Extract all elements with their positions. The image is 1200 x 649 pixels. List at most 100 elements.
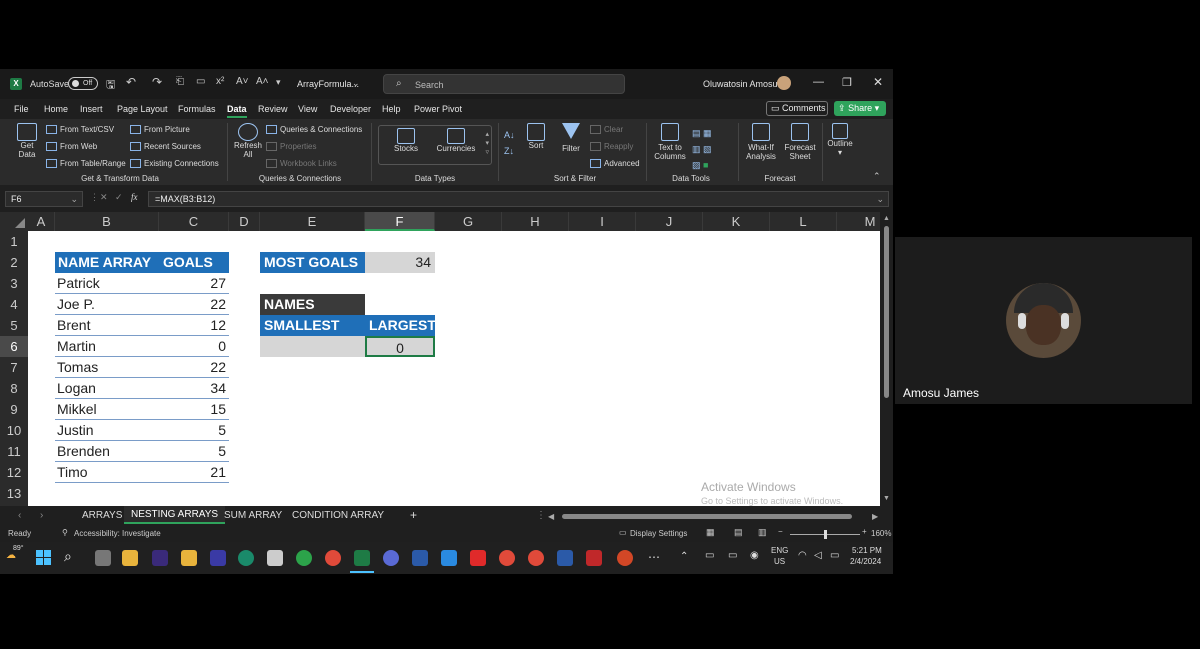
customize-qat-icon[interactable]: ▾ — [276, 77, 281, 88]
menu-insert[interactable]: Insert — [80, 104, 103, 114]
name-cell[interactable]: Justin — [57, 420, 94, 441]
name-cell[interactable]: Patrick — [57, 273, 100, 294]
row-header-12[interactable]: 12 — [0, 462, 28, 483]
from-picture-button[interactable]: From Picture — [130, 125, 190, 135]
recent-sources-button[interactable]: Recent Sources — [130, 142, 201, 152]
vertical-scrollbar[interactable]: ▲ ▼ — [880, 212, 893, 506]
display-settings[interactable]: Display Settings — [630, 529, 687, 538]
tray-icon[interactable]: ◉ — [750, 550, 759, 561]
get-data-button[interactable]: Get Data — [12, 123, 42, 159]
sheet-tab-sum-array[interactable]: SUM ARRAY — [224, 510, 282, 521]
select-all-button[interactable] — [0, 212, 28, 231]
app-icon[interactable] — [152, 550, 168, 566]
column-header-l[interactable]: L — [770, 212, 837, 231]
share-button[interactable]: ⇪ Share ▾ — [834, 101, 886, 116]
menu-file[interactable]: File — [14, 104, 29, 114]
name-cell[interactable]: Brent — [57, 315, 90, 336]
app-icon[interactable] — [383, 550, 399, 566]
menu-help[interactable]: Help — [382, 104, 401, 114]
header-goals[interactable]: GOALS — [163, 252, 213, 273]
workbook-links-button[interactable]: Workbook Links — [266, 159, 337, 169]
goals-cell[interactable]: 0 — [218, 336, 226, 357]
from-text-button[interactable]: From Text/CSV — [46, 125, 114, 135]
goals-cell[interactable]: 5 — [218, 441, 226, 462]
properties-button[interactable]: Properties — [266, 142, 316, 152]
app-icon[interactable] — [412, 550, 428, 566]
clock-time[interactable]: 5:21 PM — [852, 546, 882, 555]
filter-button[interactable]: Filter — [558, 123, 584, 153]
row-header-6[interactable]: 6 — [0, 336, 28, 357]
font-size-up-icon[interactable]: A˄ — [256, 76, 269, 87]
reapply-button[interactable]: Reapply — [590, 142, 633, 152]
worksheet-grid[interactable]: NAME ARRAY GOALS Patrick 27 Joe P. 22 Bren… — [28, 231, 880, 506]
prev-sheet-icon[interactable]: ‹ — [18, 510, 21, 521]
enter-icon[interactable]: ✓ — [115, 192, 123, 203]
row-header-8[interactable]: 8 — [0, 378, 28, 399]
advanced-button[interactable]: Advanced — [590, 159, 640, 169]
most-goals-label[interactable]: MOST GOALS — [260, 252, 365, 273]
close-icon[interactable]: ✕ — [873, 75, 883, 89]
goals-cell[interactable]: 27 — [210, 273, 226, 294]
clock-date[interactable]: 2/4/2024 — [850, 557, 881, 566]
menu-power-pivot[interactable]: Power Pivot — [414, 104, 462, 114]
user-name[interactable]: Oluwatosin Amosu — [703, 79, 778, 89]
largest-value[interactable]: 0 — [365, 336, 435, 357]
from-web-button[interactable]: From Web — [46, 142, 97, 152]
autosave-toggle[interactable]: Off — [68, 77, 98, 90]
row-header-1[interactable]: 1 — [0, 231, 28, 252]
language[interactable]: ENG — [771, 546, 788, 555]
chevron-down-icon[interactable]: ⌄ — [352, 78, 360, 89]
zoom-out-icon[interactable]: − — [778, 527, 783, 536]
smallest-value[interactable] — [260, 336, 365, 357]
app-icon[interactable] — [470, 550, 486, 566]
tray-icon[interactable]: ▭ — [728, 550, 737, 561]
save-icon[interactable]: 🖫 — [106, 76, 115, 95]
app-icon[interactable] — [210, 550, 226, 566]
region[interactable]: US — [774, 557, 785, 566]
chrome-icon[interactable] — [499, 550, 515, 566]
start-icon[interactable] — [36, 550, 51, 565]
volume-icon[interactable]: ◁ — [814, 550, 822, 561]
column-header-k[interactable]: K — [703, 212, 770, 231]
column-header-f[interactable]: F — [365, 212, 435, 231]
formula-input[interactable]: =MAX(B3:B12) ⌄ — [148, 191, 889, 207]
row-header-5[interactable]: 5 — [0, 315, 28, 336]
horizontal-scroll-thumb[interactable] — [562, 514, 852, 519]
collapse-ribbon-icon[interactable]: ⌃ — [873, 171, 881, 182]
sheet-tab-nesting-arrays[interactable]: NESTING ARRAYS — [124, 506, 226, 524]
wifi-icon[interactable]: ◠ — [798, 550, 807, 561]
menu-home[interactable]: Home — [44, 104, 68, 114]
goals-cell[interactable]: 5 — [218, 420, 226, 441]
normal-view-icon[interactable]: ▦ — [706, 527, 715, 538]
name-cell[interactable]: Mikkel — [57, 399, 97, 420]
gallery-scroll-icon[interactable]: ▴ ▾ ▿ — [485, 130, 489, 157]
column-header-g[interactable]: G — [435, 212, 502, 231]
name-cell[interactable]: Brenden — [57, 441, 110, 462]
zoom-slider-thumb[interactable] — [824, 530, 827, 539]
more-icon[interactable]: ⋯ — [648, 550, 660, 564]
page-layout-icon[interactable]: ▤ — [734, 527, 743, 538]
minimize-icon[interactable]: — — [813, 76, 824, 88]
excel-icon[interactable] — [354, 550, 370, 566]
name-cell[interactable]: Logan — [57, 378, 96, 399]
avatar[interactable] — [777, 76, 791, 90]
name-cell[interactable]: Timo — [57, 462, 88, 483]
new-icon[interactable]: ▭ — [196, 76, 205, 87]
chrome-icon[interactable] — [325, 550, 341, 566]
scroll-thumb[interactable] — [884, 226, 889, 398]
accessibility-status[interactable]: Accessibility: Investigate — [74, 529, 161, 538]
column-header-j[interactable]: J — [636, 212, 703, 231]
zoom-in-icon[interactable]: + — [862, 527, 867, 536]
queries-connections-button[interactable]: Queries & Connections — [266, 125, 362, 135]
name-box[interactable]: F6 ⌄ — [5, 191, 83, 207]
restore-icon[interactable]: ❐ — [842, 76, 852, 89]
names-label[interactable]: NAMES — [260, 294, 365, 315]
sheet-tab-arrays[interactable]: ARRAYS — [82, 510, 122, 521]
row-header-3[interactable]: 3 — [0, 273, 28, 294]
folder-icon[interactable] — [181, 550, 197, 566]
menu-view[interactable]: View — [298, 104, 317, 114]
name-cell[interactable]: Martin — [57, 336, 96, 357]
goals-cell[interactable]: 12 — [210, 315, 226, 336]
column-header-e[interactable]: E — [260, 212, 365, 231]
column-header-h[interactable]: H — [502, 212, 569, 231]
